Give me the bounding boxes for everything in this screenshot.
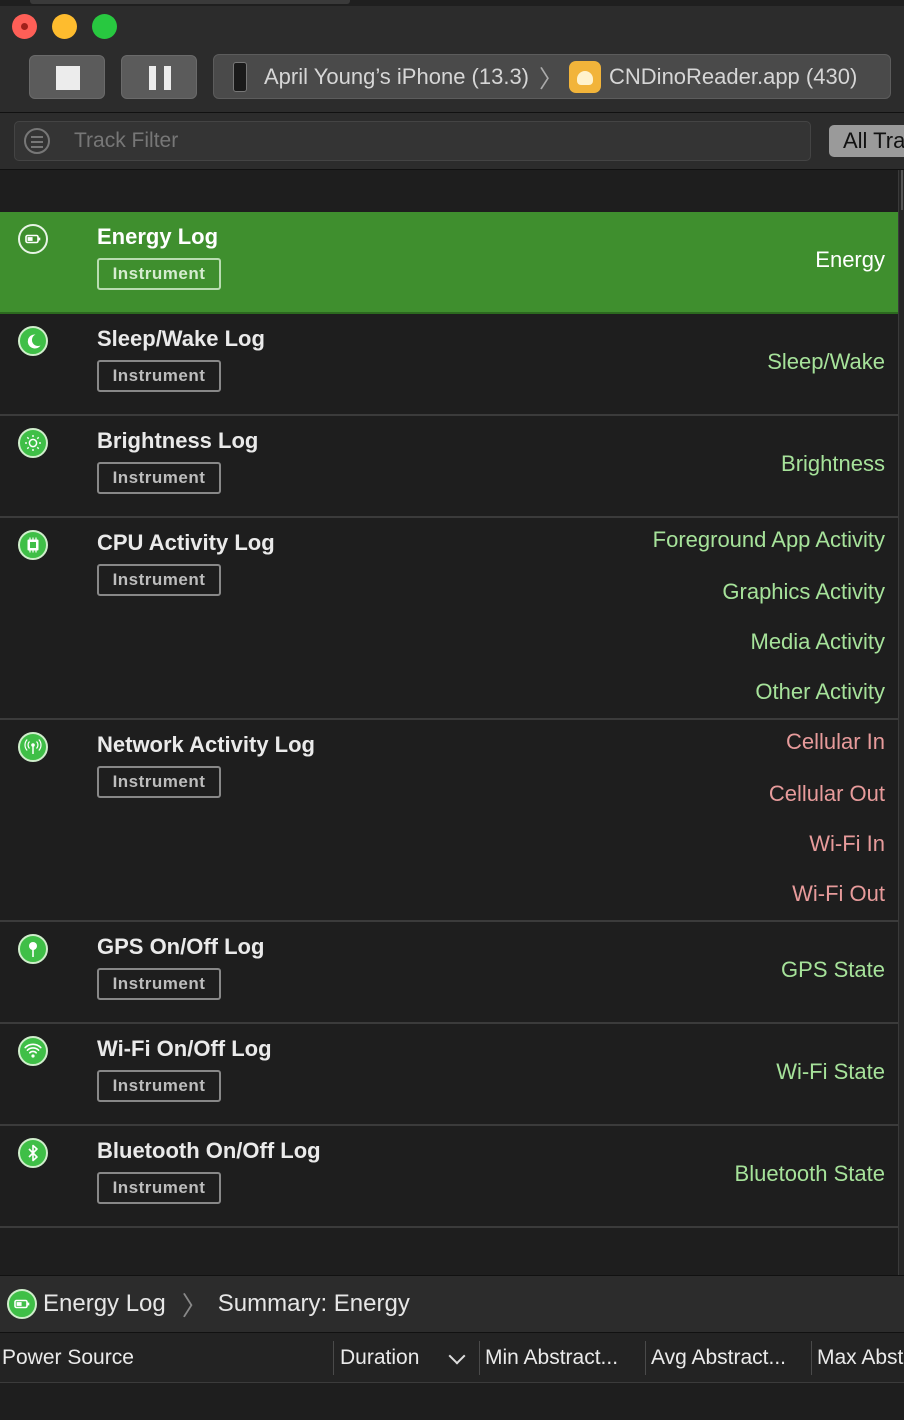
iphone-icon [233,61,247,92]
track-name: Sleep/Wake Log [97,326,265,351]
column-divider [811,1341,812,1375]
track-energy-log[interactable]: Energy Log Instrument Energy [0,212,898,314]
minimize-window-button[interactable] [52,14,77,39]
tab-indicator [30,0,350,4]
stop-icon [56,66,80,90]
instrument-badge: Instrument [97,968,221,1000]
breadcrumb-chevron-icon: 〉 [181,1290,208,1321]
instrument-badge: Instrument [97,1172,221,1204]
filter-bar: All Tracks [0,113,904,170]
instrument-badge: Instrument [97,1070,221,1102]
path-chevron-icon: 〉 [539,66,564,93]
series-label: Wi-Fi In [809,831,885,856]
track-name: Brightness Log [97,428,259,453]
filter-icon [24,128,50,154]
bluetooth-icon [18,1138,48,1168]
tab-strip [0,0,904,6]
pause-recording-button[interactable] [121,55,197,99]
timeline-divider[interactable] [898,170,904,1275]
instrument-badge: Instrument [97,564,221,596]
series-label: Sleep/Wake [767,349,885,374]
table-header: Power Source Duration Min Abstract... Av… [0,1333,904,1383]
series-label: Brightness [781,451,885,476]
series-label: GPS State [781,957,885,982]
zoom-window-button[interactable] [92,14,117,39]
column-divider [479,1341,480,1375]
close-window-button[interactable] [12,14,37,39]
column-duration[interactable]: Duration [340,1333,450,1383]
track-name: Network Activity Log [97,732,315,757]
track-gps-log[interactable]: GPS On/Off Log Instrument GPS State [0,922,898,1024]
series-label: Wi-Fi State [776,1059,885,1084]
track-filter-input[interactable] [74,129,674,153]
series-label: Other Activity [755,679,885,704]
breadcrumb-instrument[interactable]: Energy Log [43,1290,166,1318]
cpu-icon [18,530,48,560]
series-label: Energy [815,247,885,272]
column-max-abstract[interactable]: Max Abstract... [817,1333,904,1383]
all-tracks-button[interactable]: All Tracks [829,125,904,157]
track-name: Bluetooth On/Off Log [97,1138,321,1163]
instrument-badge: Instrument [97,766,221,798]
series-label: Graphics Activity [722,579,885,604]
column-min-abstract[interactable]: Min Abstract... [485,1333,643,1383]
sort-descending-icon[interactable] [448,1347,466,1365]
table-body [0,1383,904,1420]
breadcrumb-view[interactable]: Summary: Energy [218,1290,410,1318]
track-wifi-log[interactable]: Wi-Fi On/Off Log Instrument Wi-Fi State [0,1024,898,1126]
battery-icon [7,1289,37,1319]
wifi-icon [18,1036,48,1066]
track-sleep-wake-log[interactable]: Sleep/Wake Log Instrument Sleep/Wake [0,314,898,416]
sun-icon [18,428,48,458]
instrument-badge: Instrument [97,360,221,392]
instrument-badge: Instrument [97,258,221,290]
track-bluetooth-log[interactable]: Bluetooth On/Off Log Instrument Bluetoot… [0,1126,898,1228]
track-name: Energy Log [97,224,219,249]
pause-icon [149,66,171,90]
track-name: GPS On/Off Log [97,934,265,959]
stop-recording-button[interactable] [29,55,105,99]
track-cpu-activity-log[interactable]: CPU Activity Log Instrument Foreground A… [0,518,898,720]
instrument-badge: Instrument [97,462,221,494]
series-label: Media Activity [750,629,886,654]
series-label: Wi-Fi Out [792,881,885,906]
series-label: Foreground App Activity [652,527,885,552]
moon-icon [18,326,48,356]
track-brightness-log[interactable]: Brightness Log Instrument Brightness [0,416,898,518]
target-selector[interactable]: April Young’s iPhone (13.3) 〉 CNDinoRead… [213,54,891,99]
track-filter-field[interactable] [14,121,811,161]
track-name: Wi-Fi On/Off Log [97,1036,272,1061]
app-icon [569,60,602,93]
column-avg-abstract[interactable]: Avg Abstract... [651,1333,809,1383]
column-divider [645,1341,646,1375]
device-name: April Young’s iPhone (13.3) [264,63,530,89]
series-label: Cellular Out [768,781,885,806]
series-label: Bluetooth State [734,1161,885,1186]
track-name: CPU Activity Log [97,530,275,555]
track-network-activity-log[interactable]: Network Activity Log Instrument Cellular… [0,720,898,922]
column-divider [333,1341,334,1375]
location-pin-icon [18,934,48,964]
track-list: Energy Log Instrument Energy Sleep/Wake … [0,170,904,1275]
battery-icon [18,224,48,254]
detail-breadcrumb: Energy Log 〉 Summary: Energy [0,1275,904,1333]
app-name: CNDinoReader.app (430) [609,63,858,89]
series-label: Cellular In [785,729,885,754]
timeline-ruler [0,170,898,212]
column-power-source[interactable]: Power Source [2,1333,332,1383]
antenna-icon [18,732,48,762]
toolbar: April Young’s iPhone (13.3) 〉 CNDinoRead… [0,0,904,113]
